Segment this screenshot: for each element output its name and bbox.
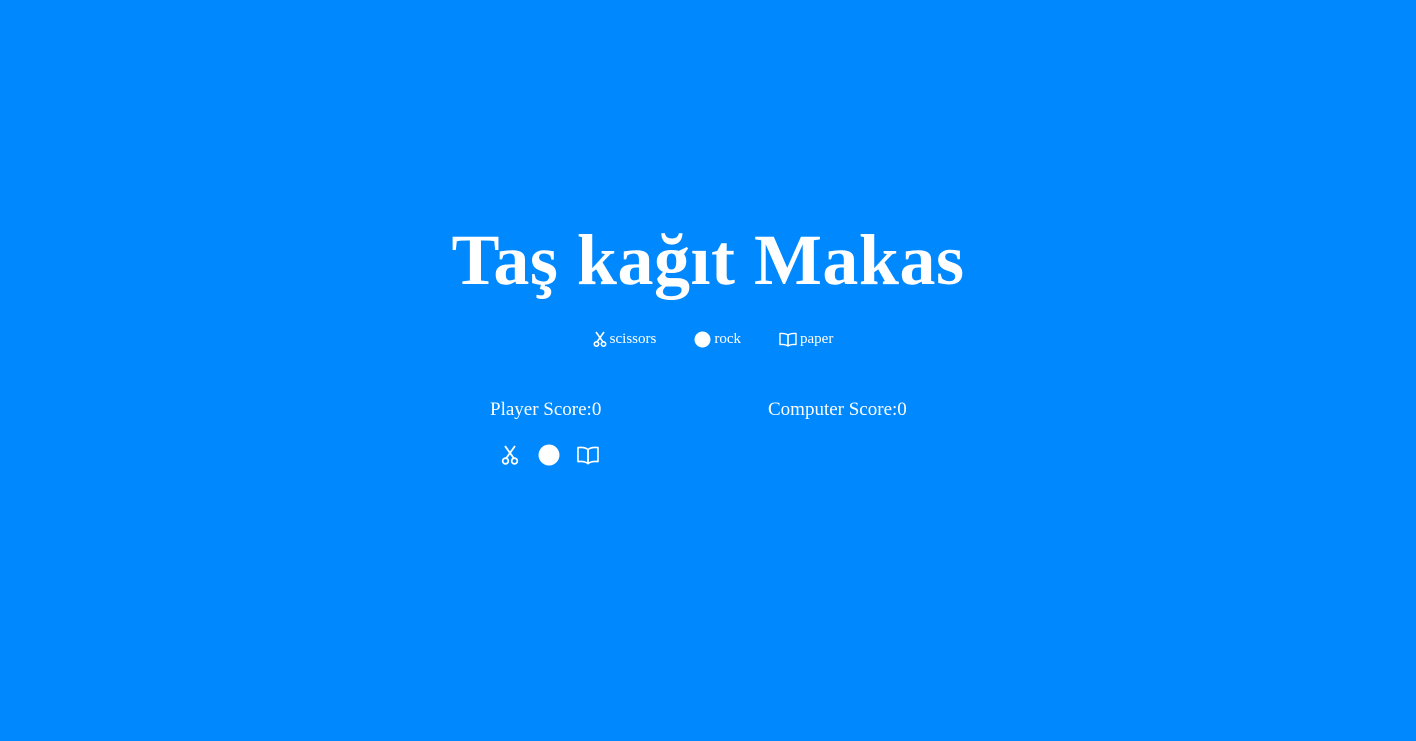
- choice-legend: scissors rock paper: [0, 329, 1416, 349]
- page-title: Taş kağıt Makas: [451, 220, 965, 300]
- legend-item-paper: paper: [779, 329, 833, 349]
- scissors-button[interactable]: [499, 443, 521, 467]
- scissors-icon: [501, 445, 519, 465]
- circle-icon: [538, 444, 560, 466]
- player-choice-buttons: [499, 443, 599, 467]
- scissors-icon: [593, 331, 607, 347]
- paper-button[interactable]: [577, 443, 599, 467]
- book-icon: [779, 332, 797, 347]
- computer-score: Computer Score:0: [768, 399, 907, 420]
- legend-item-scissors: scissors: [593, 329, 657, 349]
- rock-button[interactable]: [538, 443, 560, 467]
- book-icon: [577, 446, 599, 465]
- player-score: Player Score:0: [490, 399, 602, 420]
- legend-item-rock: rock: [694, 329, 741, 349]
- circle-icon: [694, 331, 711, 348]
- legend-label-paper: paper: [800, 331, 834, 347]
- legend-label-scissors: scissors: [609, 331, 657, 347]
- legend-label-rock: rock: [714, 331, 741, 347]
